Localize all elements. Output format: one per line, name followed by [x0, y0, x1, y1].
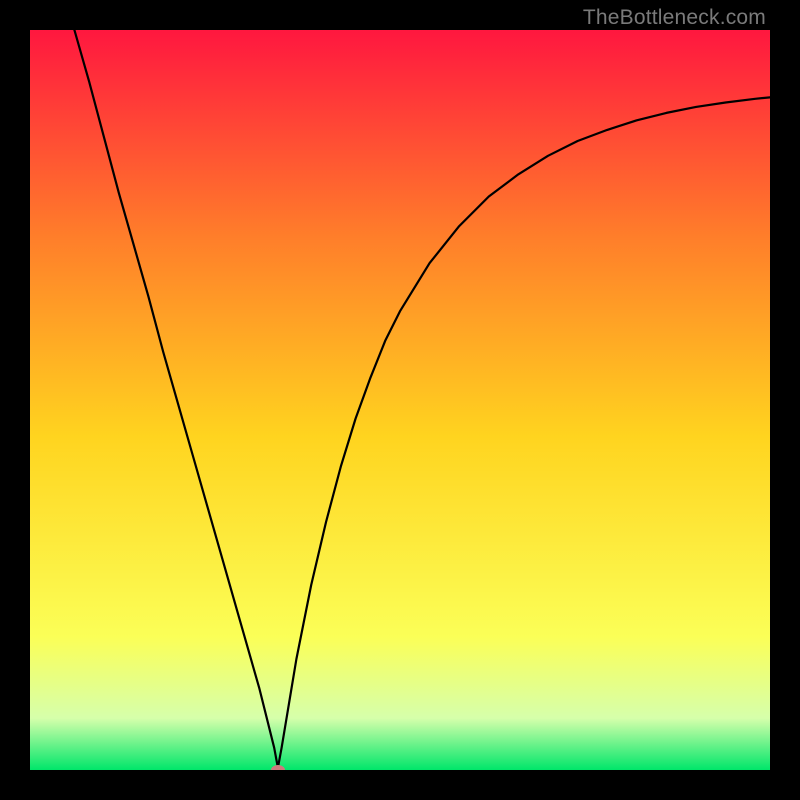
optimum-marker [271, 765, 285, 770]
watermark-text: TheBottleneck.com [583, 6, 766, 30]
bottleneck-curve [74, 30, 770, 768]
curve-layer [30, 30, 770, 770]
plot-area [30, 30, 770, 770]
chart-frame: TheBottleneck.com [0, 0, 800, 800]
